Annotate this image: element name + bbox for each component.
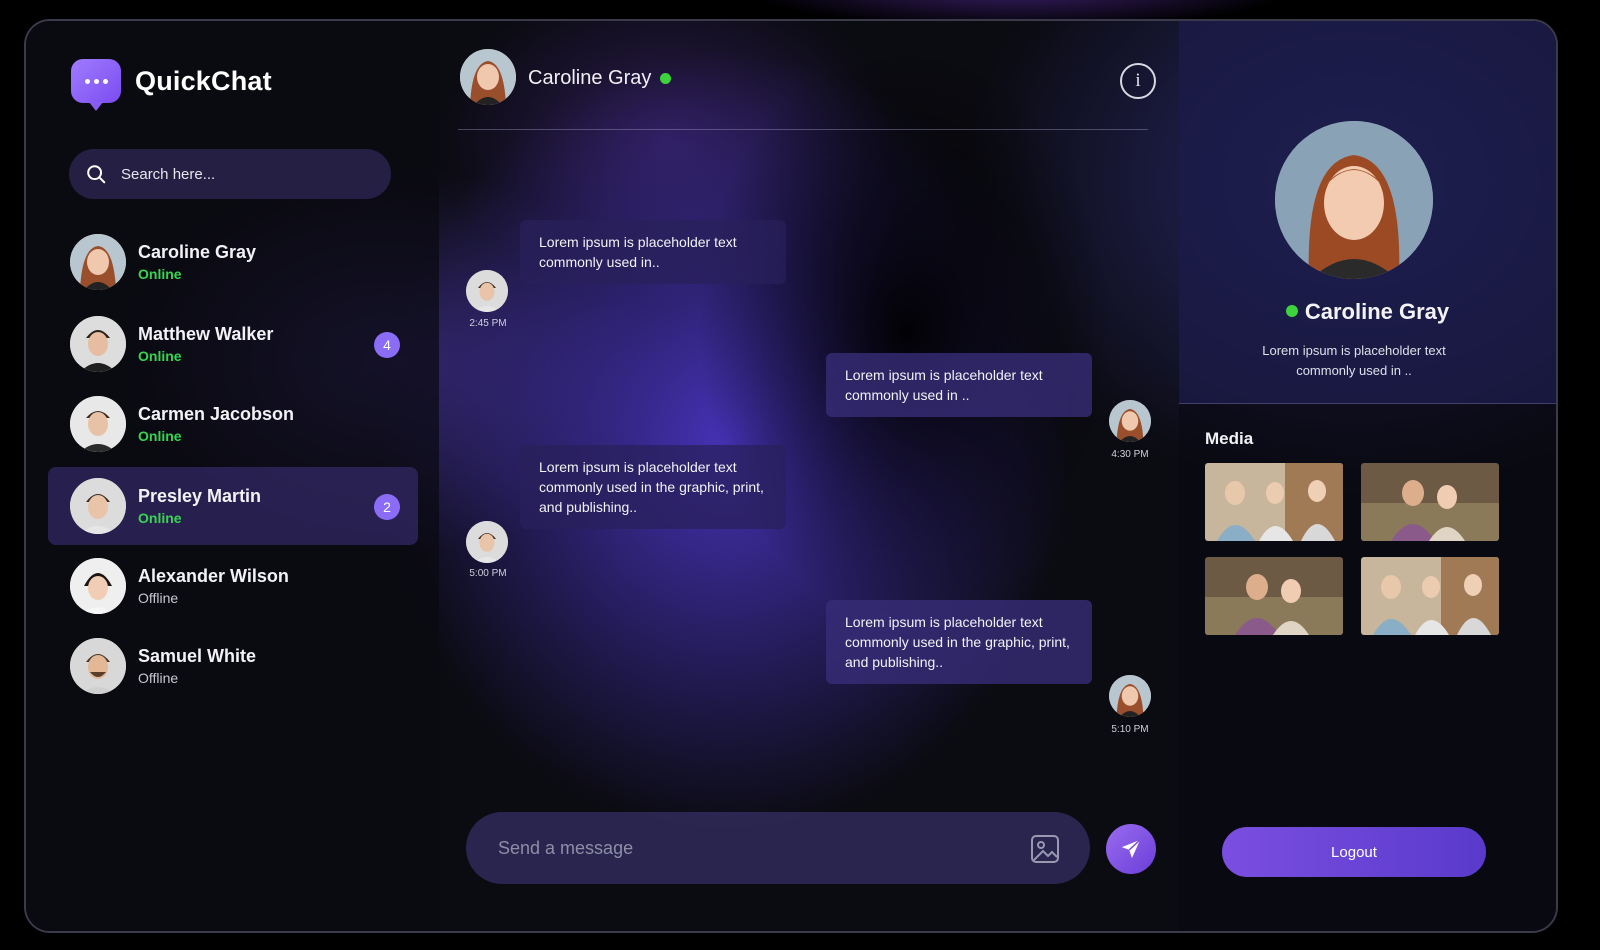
contact-item-matthew-walker[interactable]: Matthew Walker Online 4 (48, 305, 418, 383)
contact-list: Caroline Gray Online Matthew Walker Onli… (48, 223, 418, 705)
search-icon (87, 165, 106, 184)
logout-button[interactable]: Logout (1222, 827, 1486, 877)
online-indicator (660, 73, 672, 85)
avatar (70, 558, 126, 614)
message-outgoing: Lorem ipsum is placeholder text commonly… (826, 353, 1092, 417)
app-window: QuickChat Caroline Gray Online (24, 19, 1558, 933)
avatar (70, 478, 126, 534)
message-incoming: Lorem ipsum is placeholder text commonly… (520, 220, 786, 284)
contact-name: Presley Martin (138, 486, 262, 506)
message-outgoing: Lorem ipsum is placeholder text commonly… (826, 600, 1092, 684)
contact-status: Online (138, 348, 182, 364)
send-icon (1121, 839, 1141, 859)
avatar (70, 396, 126, 452)
message-avatar (466, 270, 508, 312)
contact-name: Alexander Wilson (138, 566, 289, 586)
contact-item-caroline-gray[interactable]: Caroline Gray Online (48, 223, 418, 301)
profile-header: Caroline Gray Lorem ipsum is placeholder… (1179, 21, 1556, 404)
profile-panel: Caroline Gray Lorem ipsum is placeholder… (1179, 21, 1556, 931)
media-thumbnail[interactable] (1361, 463, 1499, 541)
profile-bio: Lorem ipsum is placeholder text commonly… (1262, 343, 1446, 378)
avatar (70, 234, 126, 290)
media-thumbnail[interactable] (1205, 463, 1343, 541)
contact-item-presley-martin[interactable]: Presley Martin Online 2 (48, 467, 418, 545)
unread-badge: 2 (374, 494, 400, 520)
contact-status: Online (138, 266, 182, 282)
send-button[interactable] (1106, 824, 1156, 874)
message-time: 5:00 PM (469, 568, 507, 579)
message-time: 4:30 PM (1111, 449, 1149, 460)
unread-badge: 4 (374, 332, 400, 358)
contact-item-samuel-white[interactable]: Samuel White Offline (48, 627, 418, 705)
search-input[interactable] (119, 164, 363, 184)
message-avatar (1109, 675, 1151, 717)
message-incoming: Lorem ipsum is placeholder text commonly… (520, 445, 786, 529)
chat-header: Caroline Gray i (458, 49, 1156, 130)
avatar (70, 316, 126, 372)
chat-contact-name-text: Caroline Gray (528, 67, 652, 89)
online-indicator (1285, 305, 1298, 318)
profile-avatar (1275, 121, 1433, 279)
message-avatar (1109, 400, 1151, 442)
chat-contact-name: Caroline Gray (528, 67, 672, 90)
contact-status: Online (138, 510, 182, 526)
message-composer (466, 812, 1090, 884)
contact-name: Caroline Gray (138, 242, 257, 262)
avatar (70, 638, 126, 694)
app-name: QuickChat (135, 65, 272, 96)
media-thumbnail[interactable] (1205, 557, 1343, 635)
contact-status: Offline (138, 670, 179, 686)
media-thumbnail[interactable] (1361, 557, 1499, 635)
image-icon[interactable] (1030, 834, 1060, 864)
chat-contact-avatar[interactable] (460, 49, 516, 105)
contact-name: Matthew Walker (138, 324, 274, 344)
contact-item-alexander-wilson[interactable]: Alexander Wilson Offline (48, 547, 418, 625)
media-heading: Media (1205, 429, 1254, 448)
message-time: 2:45 PM (469, 318, 507, 329)
chat-bubble-icon (71, 59, 121, 111)
profile-name-text: Caroline Gray (1304, 299, 1450, 324)
contact-name: Samuel White (138, 646, 257, 666)
message-time: 5:10 PM (1111, 724, 1149, 735)
info-icon[interactable]: i (1120, 63, 1156, 99)
contact-status: Online (138, 428, 182, 444)
sidebar: QuickChat Caroline Gray Online (26, 21, 439, 931)
logo[interactable]: QuickChat (71, 59, 272, 111)
contact-status: Offline (138, 590, 179, 606)
profile-name: Caroline Gray (1179, 299, 1556, 325)
message-avatar (466, 521, 508, 563)
message-input[interactable] (496, 836, 1000, 860)
contact-name: Carmen Jacobson (138, 404, 295, 424)
search-bar[interactable] (69, 149, 391, 199)
contact-item-carmen-jacobson[interactable]: Carmen Jacobson Online (48, 385, 418, 463)
